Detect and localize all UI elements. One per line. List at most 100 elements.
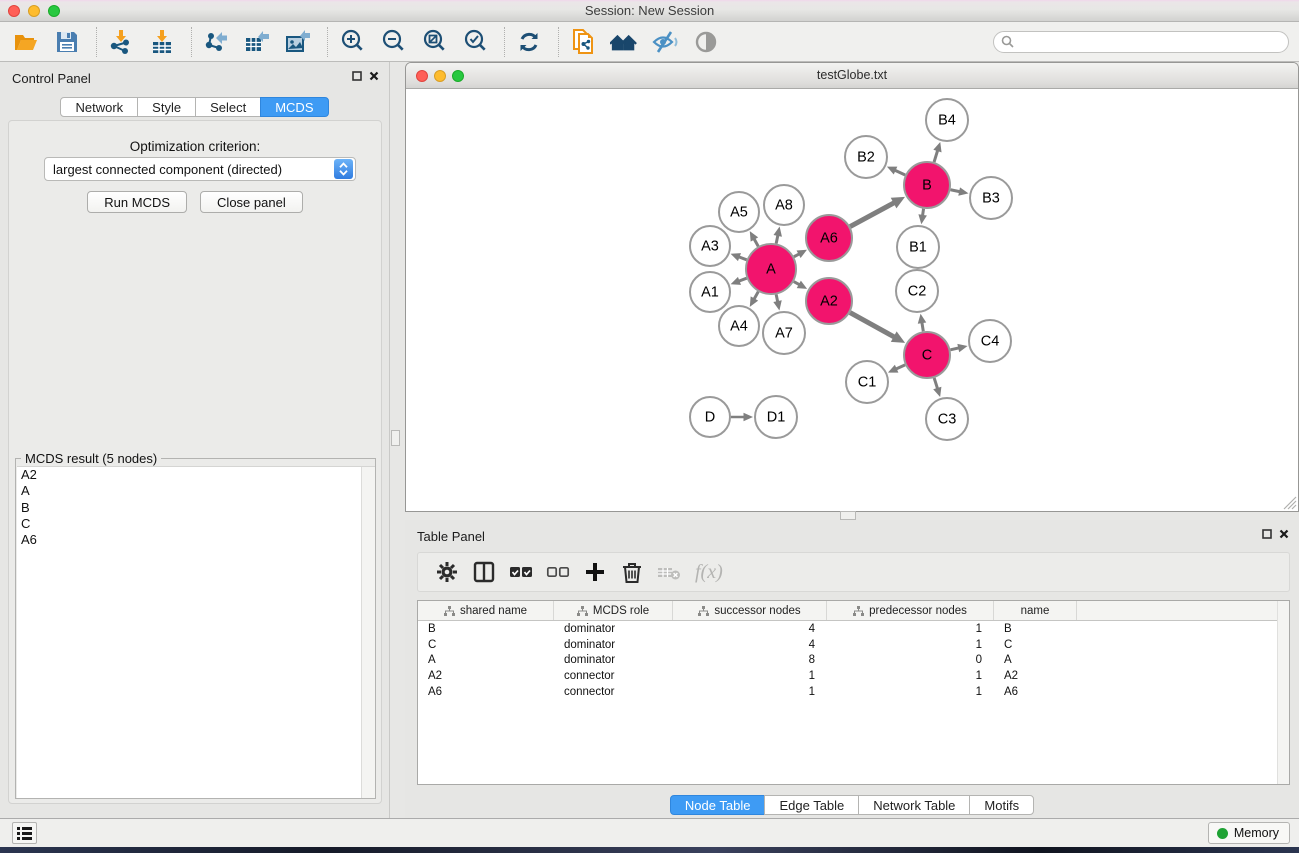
- edge-A-A3[interactable]: [739, 257, 747, 260]
- cell-name[interactable]: A2: [994, 668, 1077, 684]
- optimization-criterion-select[interactable]: largest connected component (directed): [44, 157, 356, 181]
- edge-C-C4[interactable]: [950, 348, 959, 350]
- edge-A2-C[interactable]: [850, 313, 895, 338]
- cell-successor-nodes[interactable]: 4: [673, 621, 827, 637]
- column-header-name[interactable]: name: [994, 601, 1077, 620]
- cell-name[interactable]: C: [994, 637, 1077, 653]
- select-all-rows-icon[interactable]: [506, 557, 536, 587]
- close-panel-button[interactable]: Close panel: [200, 191, 303, 213]
- cell-predecessor-nodes[interactable]: 1: [827, 684, 994, 700]
- edge-A-A8[interactable]: [776, 235, 778, 244]
- zoom-in-icon[interactable]: [338, 28, 366, 56]
- cell-shared-name[interactable]: A2: [418, 668, 554, 684]
- edge-C-C3[interactable]: [934, 378, 937, 389]
- cell-MCDS-role[interactable]: connector: [554, 668, 673, 684]
- edge-C-C1[interactable]: [896, 365, 905, 369]
- edge-A-A5[interactable]: [754, 239, 758, 247]
- cell-predecessor-nodes[interactable]: 0: [827, 652, 994, 668]
- column-header-successor-nodes[interactable]: successor nodes: [673, 601, 827, 620]
- tab-mcds[interactable]: MCDS: [260, 97, 328, 117]
- export-network-icon[interactable]: [202, 28, 230, 56]
- table-row[interactable]: Adominator80A: [418, 652, 1289, 668]
- edge-A-A4[interactable]: [754, 292, 758, 300]
- result-item[interactable]: A6: [17, 532, 375, 548]
- horizontal-split-handle[interactable]: [840, 511, 856, 520]
- refresh-view-icon[interactable]: [515, 28, 543, 56]
- tab-edge-table[interactable]: Edge Table: [764, 795, 859, 815]
- float-table-panel-icon[interactable]: [1262, 529, 1272, 539]
- tab-motifs[interactable]: Motifs: [969, 795, 1034, 815]
- cell-predecessor-nodes[interactable]: 1: [827, 637, 994, 653]
- save-session-icon[interactable]: [53, 28, 81, 56]
- result-item[interactable]: C: [17, 516, 375, 532]
- deselect-all-rows-icon[interactable]: [543, 557, 573, 587]
- cell-shared-name[interactable]: B: [418, 621, 554, 637]
- cell-successor-nodes[interactable]: 4: [673, 637, 827, 653]
- tab-select[interactable]: Select: [195, 97, 261, 117]
- close-panel-icon[interactable]: [369, 71, 379, 81]
- open-session-icon[interactable]: [12, 28, 40, 56]
- column-header-predecessor-nodes[interactable]: predecessor nodes: [827, 601, 994, 620]
- result-item[interactable]: B: [17, 500, 375, 516]
- edge-A-A2[interactable]: [794, 282, 800, 285]
- cell-name[interactable]: B: [994, 621, 1077, 637]
- cell-successor-nodes[interactable]: 8: [673, 652, 827, 668]
- network-view[interactable]: B4B2BB3A8A5A6A3B1AC2A1A2A4A7C4CC1C3DD1: [406, 89, 1298, 511]
- column-header-shared-name[interactable]: shared name: [418, 601, 554, 620]
- edge-B-B4[interactable]: [934, 150, 938, 162]
- tab-network[interactable]: Network: [60, 97, 138, 117]
- cell-successor-nodes[interactable]: 1: [673, 684, 827, 700]
- first-neighbors-icon[interactable]: [610, 28, 638, 56]
- import-table-icon[interactable]: [148, 28, 176, 56]
- vertical-split-handle[interactable]: [391, 430, 400, 446]
- table-scrollbar[interactable]: [1277, 601, 1289, 784]
- task-history-button[interactable]: [12, 822, 37, 844]
- table-row[interactable]: A2connector11A2: [418, 668, 1289, 684]
- table-row[interactable]: Bdominator41B: [418, 621, 1289, 637]
- search-field[interactable]: [993, 31, 1289, 53]
- edge-A6-B[interactable]: [850, 203, 894, 227]
- export-image-icon[interactable]: [284, 28, 312, 56]
- table-settings-icon[interactable]: [432, 557, 462, 587]
- copy-current-network-icon[interactable]: [569, 28, 597, 56]
- cell-shared-name[interactable]: A6: [418, 684, 554, 700]
- cell-predecessor-nodes[interactable]: 1: [827, 668, 994, 684]
- edge-A-A1[interactable]: [739, 278, 747, 281]
- zoom-out-icon[interactable]: [379, 28, 407, 56]
- hide-selected-icon[interactable]: [651, 28, 679, 56]
- cell-MCDS-role[interactable]: connector: [554, 684, 673, 700]
- cell-MCDS-role[interactable]: dominator: [554, 652, 673, 668]
- export-table-icon[interactable]: [243, 28, 271, 56]
- edge-C-C2[interactable]: [922, 322, 923, 331]
- close-table-panel-icon[interactable]: [1279, 529, 1289, 539]
- result-item[interactable]: A: [17, 483, 375, 499]
- tab-style[interactable]: Style: [137, 97, 196, 117]
- zoom-actual-size-icon[interactable]: [420, 28, 448, 56]
- result-item[interactable]: A2: [17, 467, 375, 483]
- search-input[interactable]: [1018, 35, 1273, 49]
- resize-grip-icon[interactable]: [1283, 496, 1297, 510]
- zoom-window-button[interactable]: [48, 5, 60, 17]
- delete-columns-icon[interactable]: [617, 557, 647, 587]
- zoom-fit-selected-icon[interactable]: [461, 28, 489, 56]
- network-window-titlebar[interactable]: testGlobe.txt: [406, 63, 1298, 89]
- result-list-scrollbar[interactable]: [361, 467, 375, 798]
- tab-node-table[interactable]: Node Table: [670, 795, 766, 815]
- import-network-icon[interactable]: [107, 28, 135, 56]
- run-mcds-button[interactable]: Run MCDS: [87, 191, 187, 213]
- cell-MCDS-role[interactable]: dominator: [554, 621, 673, 637]
- network-zoom-button[interactable]: [452, 70, 464, 82]
- cell-successor-nodes[interactable]: 1: [673, 668, 827, 684]
- cell-predecessor-nodes[interactable]: 1: [827, 621, 994, 637]
- minimize-window-button[interactable]: [28, 5, 40, 17]
- table-row[interactable]: Cdominator41C: [418, 637, 1289, 653]
- function-builder-icon[interactable]: f(x): [695, 561, 723, 584]
- network-minimize-button[interactable]: [434, 70, 446, 82]
- tab-network-table[interactable]: Network Table: [858, 795, 970, 815]
- cell-MCDS-role[interactable]: dominator: [554, 637, 673, 653]
- column-header-MCDS-role[interactable]: MCDS role: [554, 601, 673, 620]
- cell-name[interactable]: A: [994, 652, 1077, 668]
- table-row[interactable]: A6connector11A6: [418, 684, 1289, 700]
- edge-A-A7[interactable]: [776, 294, 778, 302]
- delete-table-icon[interactable]: [654, 557, 684, 587]
